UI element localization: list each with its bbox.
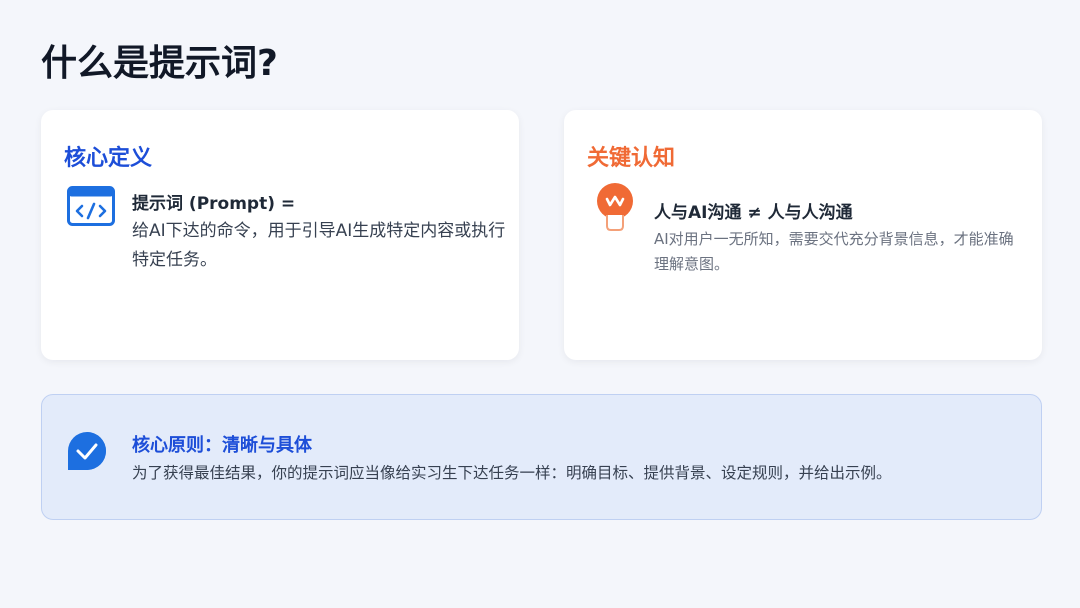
- insight-title: 人与AI沟通 ≠ 人与人沟通: [654, 203, 853, 223]
- core-definition-card: 核心定义 提示词 (Prompt) = 给AI下达的命令，用于引导AI生成特定内…: [41, 110, 519, 360]
- code-window-icon: [67, 186, 115, 226]
- definition-title: 提示词 (Prompt) =: [132, 194, 296, 214]
- page-title: 什么是提示词?: [41, 43, 278, 84]
- lightbulb-icon: [594, 182, 636, 232]
- insight-content: 人与AI沟通 ≠ 人与人沟通 AI对用户一无所知，需要交代充分背景信息，才能准确…: [654, 201, 1024, 277]
- core-principle-banner: 核心原则：清晰与具体 为了获得最佳结果，你的提示词应当像给实习生下达任务一样：明…: [41, 394, 1042, 520]
- definition-content: 提示词 (Prompt) = 给AI下达的命令，用于引导AI生成特定内容或执行特…: [132, 192, 507, 275]
- principle-title: 核心原则：清晰与具体: [132, 435, 312, 456]
- insight-text: AI对用户一无所知，需要交代充分背景信息，才能准确理解意图。: [654, 230, 1014, 273]
- check-badge-icon: [67, 431, 107, 471]
- key-insight-heading: 关键认知: [587, 146, 676, 171]
- definition-text: 给AI下达的命令，用于引导AI生成特定内容或执行特定任务。: [132, 221, 506, 270]
- principle-content: 核心原则：清晰与具体 为了获得最佳结果，你的提示词应当像给实习生下达任务一样：明…: [132, 433, 1012, 486]
- core-definition-heading: 核心定义: [64, 146, 153, 171]
- key-insight-card: 关键认知 人与AI沟通 ≠ 人与人沟通 AI对用户一无所知，需要交代充分背景信息…: [564, 110, 1042, 360]
- principle-text: 为了获得最佳结果，你的提示词应当像给实习生下达任务一样：明确目标、提供背景、设定…: [132, 464, 892, 482]
